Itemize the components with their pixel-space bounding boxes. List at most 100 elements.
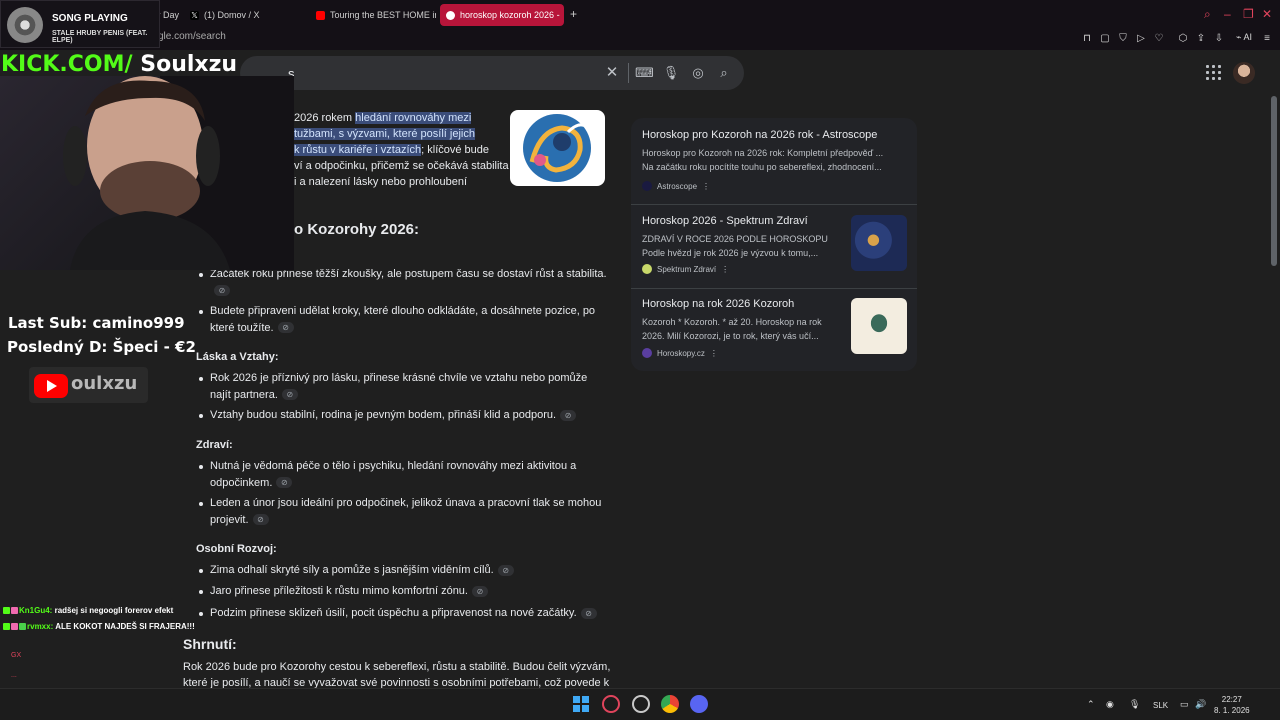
close-icon[interactable]: ✕ bbox=[1262, 7, 1272, 21]
horoskopy-icon bbox=[642, 348, 652, 358]
search-icon[interactable]: ⌕ bbox=[715, 64, 733, 82]
link-icon[interactable]: ⊘ bbox=[497, 564, 514, 576]
link-icon[interactable]: ⊘ bbox=[252, 514, 269, 526]
source-thumbnail[interactable] bbox=[851, 215, 907, 271]
chat-text: radšej si negoogli forerov efekt bbox=[54, 606, 174, 615]
mic-icon[interactable]: 🎙 bbox=[662, 64, 680, 82]
minimize-icon[interactable]: – bbox=[1224, 7, 1231, 21]
snippet-line: 2026. Milí Kozorozi, je to rok, který vá… bbox=[642, 331, 819, 341]
intro-text: 2026 rokem bbox=[294, 112, 356, 124]
clock-time: 22:27 bbox=[1221, 695, 1242, 704]
bullet bbox=[199, 569, 203, 573]
pin-icon[interactable]: ⊓ bbox=[1080, 32, 1094, 46]
link-icon[interactable]: ⊘ bbox=[281, 389, 298, 401]
source-title[interactable]: Horoskop na rok 2026 Kozoroh bbox=[642, 298, 794, 310]
link-icon[interactable]: ⊘ bbox=[580, 607, 597, 619]
account-avatar[interactable] bbox=[1233, 62, 1255, 84]
song-artist: STALE HRUBY PENIS (FEAT. ELPE) bbox=[52, 30, 148, 44]
link-icon[interactable]: ⊘ bbox=[560, 409, 577, 421]
volume-icon[interactable]: 🔊 bbox=[1195, 699, 1206, 710]
download-icon[interactable]: ⇩ bbox=[1212, 32, 1226, 46]
link-icon[interactable]: ⊘ bbox=[277, 322, 294, 334]
maximize-icon[interactable]: ❐ bbox=[1243, 7, 1254, 21]
webcam-feed bbox=[0, 76, 294, 270]
section-title-love: Láska a Vztahy: bbox=[196, 351, 279, 363]
list-item: Podzim přinese sklizeň úsilí, pocit úspě… bbox=[210, 605, 610, 622]
source-title[interactable]: Horoskop pro Kozoroh na 2026 rok - Astro… bbox=[642, 129, 877, 141]
windows-start-icon[interactable] bbox=[572, 695, 590, 713]
new-tab-button[interactable]: + bbox=[567, 8, 580, 21]
snippet-line: ZDRAVÍ V ROCE 2026 PODLE HOROSKOPU bbox=[642, 234, 828, 244]
source-site[interactable]: Horoskopy.cz ⋮ bbox=[642, 348, 718, 358]
heart-icon[interactable]: ♡ bbox=[1152, 32, 1166, 46]
source-site[interactable]: Spektrum Zdraví ⋮ bbox=[642, 264, 729, 274]
album-disc-icon bbox=[7, 7, 43, 43]
clock[interactable]: 22:27 8. 1. 2026 bbox=[1214, 694, 1250, 716]
discord-icon[interactable] bbox=[690, 695, 708, 713]
source-thumbnail[interactable] bbox=[851, 298, 907, 354]
more-icon[interactable]: ⋮ bbox=[710, 349, 718, 358]
google-icon bbox=[446, 10, 455, 20]
list-item-text: Zima odhalí skryté síly a pomůže s jasně… bbox=[210, 564, 494, 576]
tab-google-search[interactable]: horoskop kozoroh 2026 - bbox=[440, 4, 564, 26]
clear-search-icon[interactable]: ✕ bbox=[603, 64, 621, 82]
share-icon[interactable]: ⇪ bbox=[1194, 32, 1208, 46]
ai-button[interactable]: ⌁ AI bbox=[1236, 32, 1252, 43]
source-snippet: Horoskop pro Kozoroh na 2026 rok: Komple… bbox=[642, 146, 892, 174]
badge-icon bbox=[19, 623, 26, 631]
tray-mic-icon[interactable]: 🎙 bbox=[1129, 699, 1140, 710]
tab-label: horoskop kozoroh 2026 - bbox=[460, 10, 560, 20]
site-name: Horoskopy.cz bbox=[657, 348, 705, 358]
clock-date: 8. 1. 2026 bbox=[1214, 706, 1250, 715]
url-field[interactable]: gle.com/search bbox=[158, 31, 226, 42]
badge-icon bbox=[11, 623, 18, 631]
capricorn-image[interactable] bbox=[510, 110, 605, 186]
scrollbar[interactable] bbox=[1271, 96, 1277, 266]
steam-icon[interactable] bbox=[632, 695, 650, 713]
summary-line-1: Rok 2026 bude pro Kozorohy cestou k sebe… bbox=[183, 661, 611, 673]
lens-icon[interactable]: ◎ bbox=[689, 64, 707, 82]
extensions-icon[interactable]: ⬡ bbox=[1176, 32, 1190, 46]
shield-icon[interactable]: ⛉ bbox=[1116, 32, 1130, 46]
more-icon[interactable]: ⋮ bbox=[721, 265, 729, 274]
source-snippet: ZDRAVÍ V ROCE 2026 PODLE HOROSKOPU Podle … bbox=[642, 232, 842, 260]
chat-message: Kn1Gu4: radšej si negoogli forerov efekt bbox=[3, 606, 173, 615]
screenshot-icon[interactable]: ▢ bbox=[1098, 32, 1112, 46]
opera-gx-icon[interactable] bbox=[602, 695, 620, 713]
intro-highlight: tužbami, s výzvami, které posílí jejich bbox=[294, 128, 475, 140]
tray-chevron-icon[interactable]: ⌃ bbox=[1087, 699, 1095, 710]
link-icon[interactable]: ⊘ bbox=[276, 477, 293, 489]
source-divider bbox=[631, 288, 917, 289]
sidebar-gx-label: GX bbox=[11, 652, 22, 659]
badge-icon bbox=[11, 607, 18, 615]
chrome-icon[interactable] bbox=[661, 695, 679, 713]
intro-highlight: hledání rovnováhy mezi bbox=[355, 112, 472, 124]
search-divider bbox=[628, 63, 629, 83]
google-apps-icon[interactable] bbox=[1206, 65, 1222, 81]
source-site[interactable]: Astroscope ⋮ bbox=[642, 181, 710, 191]
more-icon[interactable]: ⋮ bbox=[702, 182, 710, 191]
intro-line-4: ví a odpočinku, přičemž se očekává stabi… bbox=[294, 160, 509, 172]
list-item: Začátek roku přinese těžší zkoušky, ale … bbox=[210, 266, 610, 299]
badge-icon bbox=[3, 623, 10, 631]
ai-label: AI bbox=[1243, 32, 1252, 42]
tray-discord-icon[interactable]: ◉ bbox=[1106, 699, 1114, 710]
keyboard-icon[interactable]: ⌨ bbox=[635, 64, 654, 82]
link-icon[interactable]: ⊘ bbox=[471, 585, 488, 597]
tab-youtube[interactable]: Touring the BEST HOME in bbox=[310, 4, 436, 26]
network-icon[interactable]: ▭ bbox=[1180, 699, 1189, 710]
search-tabs-icon[interactable]: ⌕ bbox=[1204, 7, 1211, 22]
language-indicator[interactable]: SLK bbox=[1153, 701, 1168, 710]
intro-line-1: 2026 rokem hledání rovnováhy mezi bbox=[294, 110, 472, 126]
site-name: Astroscope bbox=[657, 181, 698, 191]
play-icon[interactable]: ▷ bbox=[1134, 32, 1148, 46]
bullet bbox=[199, 502, 203, 506]
tab-x-home[interactable]: 𝕏 (1) Domov / X bbox=[184, 4, 304, 26]
menu-icon[interactable]: ≡ bbox=[1260, 32, 1274, 46]
capricorn-illustration bbox=[523, 114, 591, 182]
list-item: Jaro přinese příležitosti k růstu mimo k… bbox=[210, 583, 610, 600]
link-icon[interactable]: ⊘ bbox=[214, 285, 230, 297]
list-item: Rok 2026 je příznivý pro lásku, přinese … bbox=[210, 370, 610, 403]
source-title[interactable]: Horoskop 2026 - Spektrum Zdraví bbox=[642, 215, 808, 227]
list-item-text: Rok 2026 je příznivý pro lásku, přinese … bbox=[210, 372, 588, 401]
